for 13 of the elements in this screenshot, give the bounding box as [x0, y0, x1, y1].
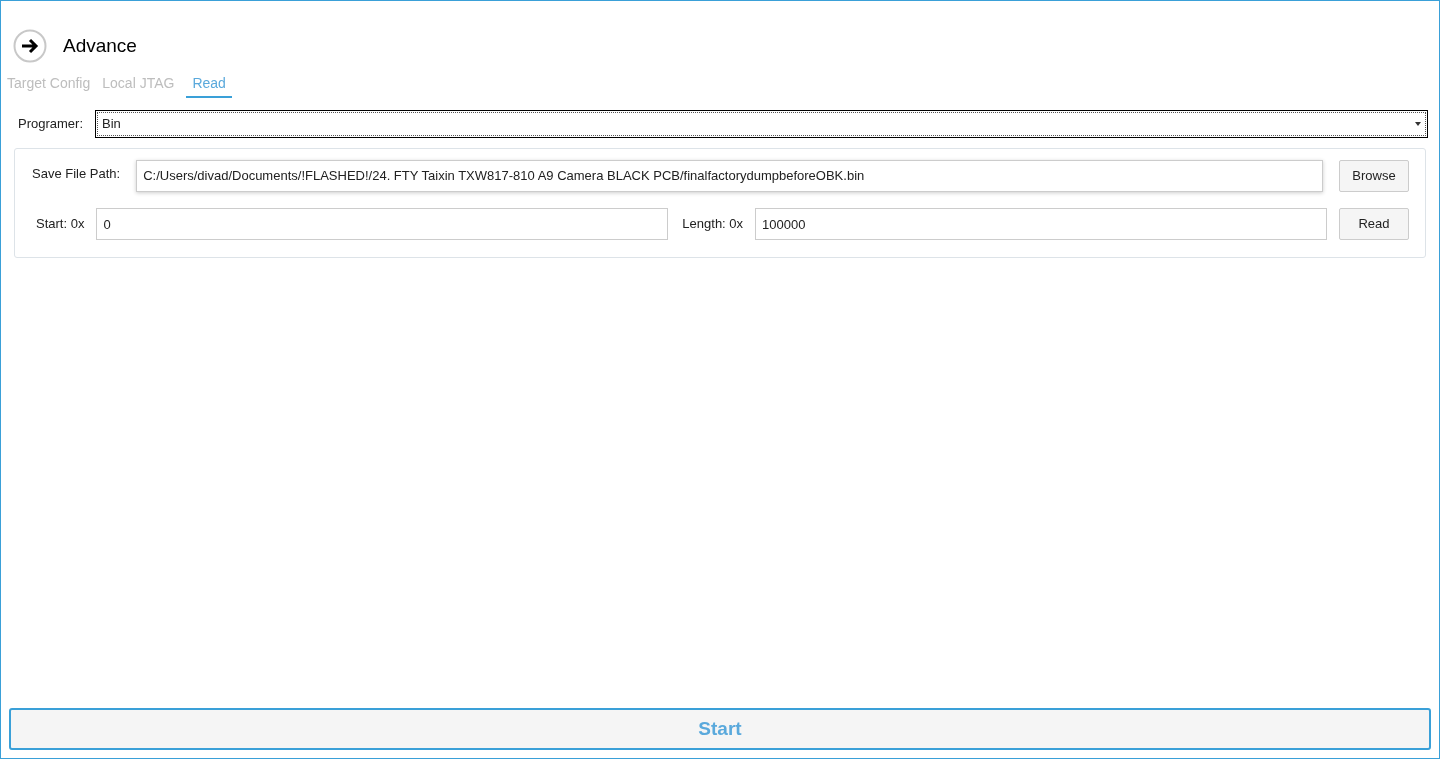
dropdown-caret-icon: [1415, 122, 1421, 126]
browse-button[interactable]: Browse: [1339, 160, 1409, 192]
length-field[interactable]: 100000: [755, 208, 1327, 240]
field-label: Length: 0x: [681, 215, 744, 234]
field-label: Start: 0x: [35, 215, 85, 234]
field-label: Save File Path:: [32, 165, 121, 183]
read-button[interactable]: Read: [1339, 208, 1409, 240]
save-path-field[interactable]: C:/Users/divad/Documents/!FLASHED!/24. FTY Taixin TXW817-810 A9 Camera BLACK PCB/finalfactorydumpbeforeOBK.bin: [136, 160, 1323, 192]
start-address-field[interactable]: 0: [96, 208, 669, 240]
programmer-dropdown[interactable]: Bin: [95, 110, 1428, 138]
field-label: Programer:: [18, 115, 84, 134]
arrow-circle-icon[interactable]: [13, 29, 47, 63]
page-title: Advance: [63, 33, 137, 58]
